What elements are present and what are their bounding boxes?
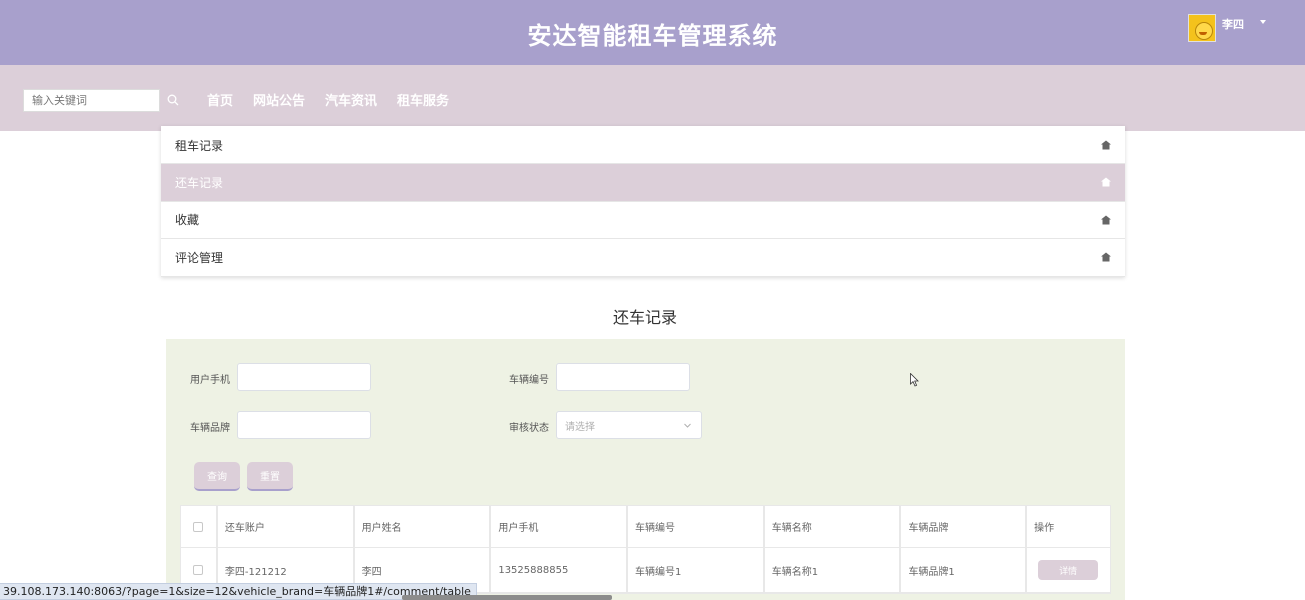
query-button[interactable]: 查询 xyxy=(194,462,240,491)
brand-label: 车辆品牌 xyxy=(190,423,230,434)
filter-panel: 用户手机 车辆编号 车辆品牌 审核状态 请选择 查询 重置 还车账户 用户姓名 … xyxy=(166,339,1125,600)
column-header: 车辆编号 xyxy=(628,506,765,547)
table-header-row: 还车账户 用户姓名 用户手机 车辆编号 车辆名称 车辆品牌 操作 xyxy=(181,506,1110,548)
select-all-checkbox[interactable] xyxy=(193,521,204,532)
phone-label: 用户手机 xyxy=(190,375,230,386)
nav-link-home[interactable]: 首页 xyxy=(207,90,233,109)
cell-vehicle-no: 车辆编号1 xyxy=(628,548,765,592)
cell-vehicle-name: 车辆名称1 xyxy=(765,548,902,592)
audit-status-label: 审核状态 xyxy=(509,423,549,434)
nav-link-announcements[interactable]: 网站公告 xyxy=(253,90,305,109)
user-menu[interactable]: 李四 xyxy=(1188,14,1266,44)
menu-item-label: 租车记录 xyxy=(175,139,224,153)
home-icon xyxy=(1101,215,1111,225)
cell-phone: 13525888855 xyxy=(491,548,629,592)
search-icon[interactable] xyxy=(167,94,179,106)
vehicle-no-label: 车辆编号 xyxy=(509,375,549,386)
search-input[interactable] xyxy=(23,89,160,112)
user-name[interactable]: 李四 xyxy=(1222,16,1244,32)
caret-down-icon[interactable] xyxy=(1260,20,1266,24)
return-records-table: 还车账户 用户姓名 用户手机 车辆编号 车辆名称 车辆品牌 操作 李四-1212… xyxy=(180,505,1111,594)
reset-button[interactable]: 重置 xyxy=(247,462,293,491)
column-header: 用户手机 xyxy=(491,506,629,547)
audit-status-select[interactable]: 请选择 xyxy=(556,411,702,439)
menu-item-favorites[interactable]: 收藏 xyxy=(161,202,1125,239)
menu-item-comments[interactable]: 评论管理 xyxy=(161,239,1125,277)
row-checkbox[interactable] xyxy=(193,565,204,575)
nav-bar: 首页 网站公告 汽车资讯 租车服务 xyxy=(0,65,1305,131)
page-title: 还车记录 xyxy=(612,308,677,327)
menu-item-label: 评论管理 xyxy=(175,250,224,265)
column-header: 车辆名称 xyxy=(765,506,902,547)
brand-input[interactable] xyxy=(237,411,371,439)
detail-button[interactable]: 详情 xyxy=(1038,560,1099,580)
home-icon xyxy=(1101,252,1111,262)
cell-brand: 车辆品牌1 xyxy=(901,548,1028,592)
audit-status-placeholder: 请选择 xyxy=(565,421,595,433)
vehicle-no-input[interactable] xyxy=(556,363,690,391)
column-header: 操作 xyxy=(1034,523,1055,534)
phone-input[interactable] xyxy=(237,363,371,391)
user-center-menu: 租车记录 还车记录 收藏 评论管理 xyxy=(161,126,1125,277)
home-icon xyxy=(1101,140,1111,149)
menu-item-return-records[interactable]: 还车记录 xyxy=(161,164,1125,202)
mouse-cursor-icon xyxy=(910,373,919,387)
column-header: 用户姓名 xyxy=(355,506,492,547)
chevron-down-icon xyxy=(684,423,691,428)
horizontal-scrollbar[interactable] xyxy=(402,595,612,600)
home-icon xyxy=(1101,177,1111,187)
menu-item-label: 收藏 xyxy=(175,213,200,228)
cell-action: 详情 xyxy=(1027,548,1110,592)
column-header: 车辆品牌 xyxy=(901,506,1028,547)
select-all-cell xyxy=(181,506,218,547)
avatar[interactable] xyxy=(1188,14,1216,42)
site-title: 安达智能租车管理系统 xyxy=(527,22,778,50)
top-header: 安达智能租车管理系统 李四 xyxy=(0,0,1305,65)
nav-link-car-news[interactable]: 汽车资讯 xyxy=(325,90,377,109)
nav-links: 首页 网站公告 汽车资讯 租车服务 xyxy=(207,90,449,109)
menu-item-label: 还车记录 xyxy=(175,175,224,190)
nav-link-rental-service[interactable]: 租车服务 xyxy=(397,90,449,109)
column-header: 还车账户 xyxy=(218,506,355,547)
menu-item-rental-records[interactable]: 租车记录 xyxy=(161,126,1125,164)
